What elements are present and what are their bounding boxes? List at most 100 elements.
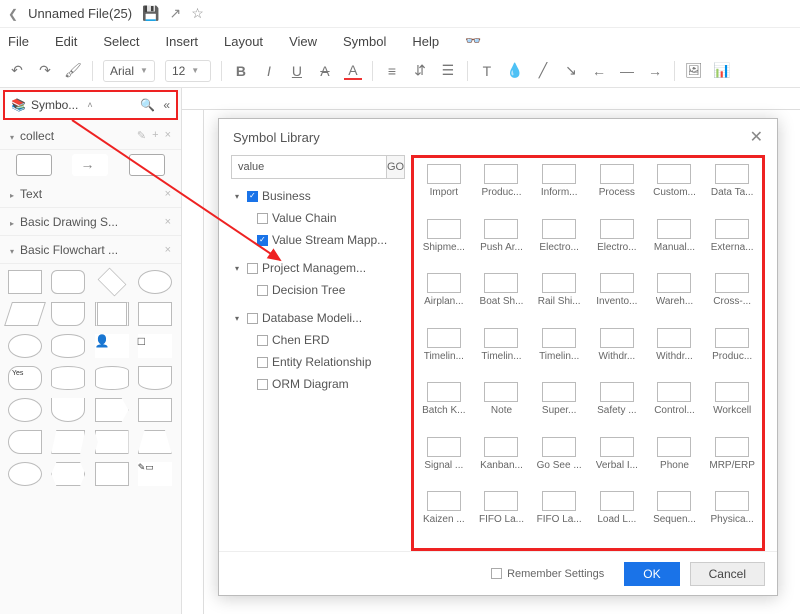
symbol-item[interactable]: Produc... — [476, 164, 528, 215]
connector-icon[interactable]: ↘ — [562, 62, 580, 80]
symbol-item[interactable]: Super... — [533, 382, 585, 433]
shape[interactable] — [51, 366, 85, 390]
tree-database[interactable]: ▾Database Modeli... — [231, 307, 403, 329]
shape[interactable] — [138, 430, 172, 454]
shape[interactable] — [97, 268, 126, 297]
shape[interactable] — [8, 334, 42, 358]
section-collect[interactable]: ▾collect✎+× — [0, 122, 181, 150]
tree-business[interactable]: ▾Business — [231, 185, 403, 207]
symbol-item[interactable]: Airplan... — [418, 273, 470, 324]
font-size-select[interactable]: 12▼ — [165, 60, 211, 82]
line-style-icon[interactable]: — — [618, 62, 636, 80]
shape-arrow[interactable] — [72, 154, 108, 176]
shape[interactable] — [95, 398, 129, 422]
text-box-icon[interactable]: T — [478, 62, 496, 80]
symbol-item[interactable]: Electro... — [591, 219, 643, 270]
bullets-icon[interactable]: ☰ — [439, 62, 457, 80]
shape[interactable] — [51, 270, 85, 294]
font-family-select[interactable]: Arial▼ — [103, 60, 155, 82]
fill-icon[interactable]: 💧 — [506, 62, 524, 80]
menu-view[interactable]: View — [289, 34, 317, 49]
underline-icon[interactable]: U — [288, 62, 306, 80]
search-go-button[interactable]: GO — [386, 155, 405, 179]
symbol-item[interactable]: Rail Shi... — [533, 273, 585, 324]
tree-chen[interactable]: Chen ERD — [231, 329, 403, 351]
symbol-item[interactable]: Workcell — [706, 382, 758, 433]
ok-button[interactable]: OK — [624, 562, 679, 586]
symbol-item[interactable]: Process — [591, 164, 643, 215]
spacing-icon[interactable]: ⇵ — [411, 62, 429, 80]
shape[interactable] — [95, 462, 129, 486]
tree-value-chain[interactable]: Value Chain — [231, 207, 403, 229]
menu-select[interactable]: Select — [103, 34, 139, 49]
shape[interactable] — [95, 302, 129, 326]
symbol-item[interactable]: Data Ta... — [706, 164, 758, 215]
tree-vsm[interactable]: Value Stream Mapp... — [231, 229, 403, 251]
star-icon[interactable]: ☆ — [191, 5, 204, 22]
symbol-item[interactable]: Control... — [649, 382, 701, 433]
shape[interactable]: ✎▭ — [138, 462, 172, 486]
remember-checkbox[interactable]: Remember Settings — [491, 568, 604, 580]
symbol-item[interactable]: Manual... — [649, 219, 701, 270]
shape[interactable] — [8, 462, 42, 486]
symbol-item[interactable]: Signal ... — [418, 437, 470, 488]
align-icon[interactable]: ≡ — [383, 62, 401, 80]
share-icon[interactable]: ↗ — [170, 5, 182, 22]
menu-layout[interactable]: Layout — [224, 34, 263, 49]
symbol-item[interactable]: Sequen... — [649, 491, 701, 542]
shape[interactable] — [8, 430, 42, 454]
shape[interactable] — [51, 462, 85, 486]
symbol-item[interactable]: Invento... — [591, 273, 643, 324]
symbol-item[interactable]: FIFO La... — [476, 491, 528, 542]
symbol-item[interactable]: Load L... — [591, 491, 643, 542]
symbol-item[interactable]: Timelin... — [418, 328, 470, 379]
shape[interactable] — [138, 270, 172, 294]
shape[interactable] — [51, 398, 85, 422]
symbol-item[interactable]: Phone — [649, 437, 701, 488]
symbol-item[interactable]: MRP/ERP — [706, 437, 758, 488]
back-icon[interactable]: ❮ — [8, 7, 18, 21]
section-text[interactable]: ▸Text× — [0, 180, 181, 208]
undo-icon[interactable]: ↶ — [8, 62, 26, 80]
symbol-item[interactable]: Physica... — [706, 491, 758, 542]
symbol-item[interactable]: Withdr... — [591, 328, 643, 379]
menu-edit[interactable]: Edit — [55, 34, 77, 49]
symbol-item[interactable]: Kaizen ... — [418, 491, 470, 542]
symbol-item[interactable]: Externa... — [706, 219, 758, 270]
shape[interactable] — [51, 334, 85, 358]
arrow-start-icon[interactable]: ← — [590, 62, 608, 80]
symbol-item[interactable]: Timelin... — [533, 328, 585, 379]
image-icon[interactable]: 🖼 — [685, 62, 703, 80]
symbol-item[interactable]: Produc... — [706, 328, 758, 379]
tree-er[interactable]: Entity Relationship — [231, 351, 403, 373]
bold-icon[interactable]: B — [232, 62, 250, 80]
symbol-item[interactable]: Wareh... — [649, 273, 701, 324]
symbol-panel-header[interactable]: 📚Symbo...˄ 🔍« — [3, 90, 178, 120]
shape[interactable] — [138, 366, 172, 390]
tree-orm[interactable]: ORM Diagram — [231, 373, 403, 395]
search-input[interactable] — [231, 155, 386, 179]
symbol-item[interactable]: Kanban... — [476, 437, 528, 488]
symbol-item[interactable]: Import — [418, 164, 470, 215]
shape[interactable] — [4, 302, 46, 326]
shape[interactable] — [95, 366, 129, 390]
shape[interactable] — [51, 430, 85, 454]
strike-icon[interactable]: A — [316, 62, 334, 80]
menu-insert[interactable]: Insert — [166, 34, 199, 49]
symbol-item[interactable]: Verbal I... — [591, 437, 643, 488]
menu-file[interactable]: File — [8, 34, 29, 49]
save-icon[interactable]: 💾 — [142, 5, 159, 22]
chart-icon[interactable]: 📊 — [713, 62, 731, 80]
symbol-item[interactable]: Inform... — [533, 164, 585, 215]
shape-rect2[interactable] — [129, 154, 165, 176]
symbol-item[interactable]: Boat Sh... — [476, 273, 528, 324]
symbol-item[interactable]: Go See ... — [533, 437, 585, 488]
symbol-item[interactable]: Shipme... — [418, 219, 470, 270]
redo-icon[interactable]: ↷ — [36, 62, 54, 80]
text-color-icon[interactable]: A — [344, 62, 362, 80]
symbol-item[interactable]: Withdr... — [649, 328, 701, 379]
shape[interactable] — [8, 270, 42, 294]
glasses-icon[interactable]: 👓 — [465, 33, 481, 49]
shape[interactable] — [51, 302, 85, 326]
cancel-button[interactable]: Cancel — [690, 562, 765, 586]
